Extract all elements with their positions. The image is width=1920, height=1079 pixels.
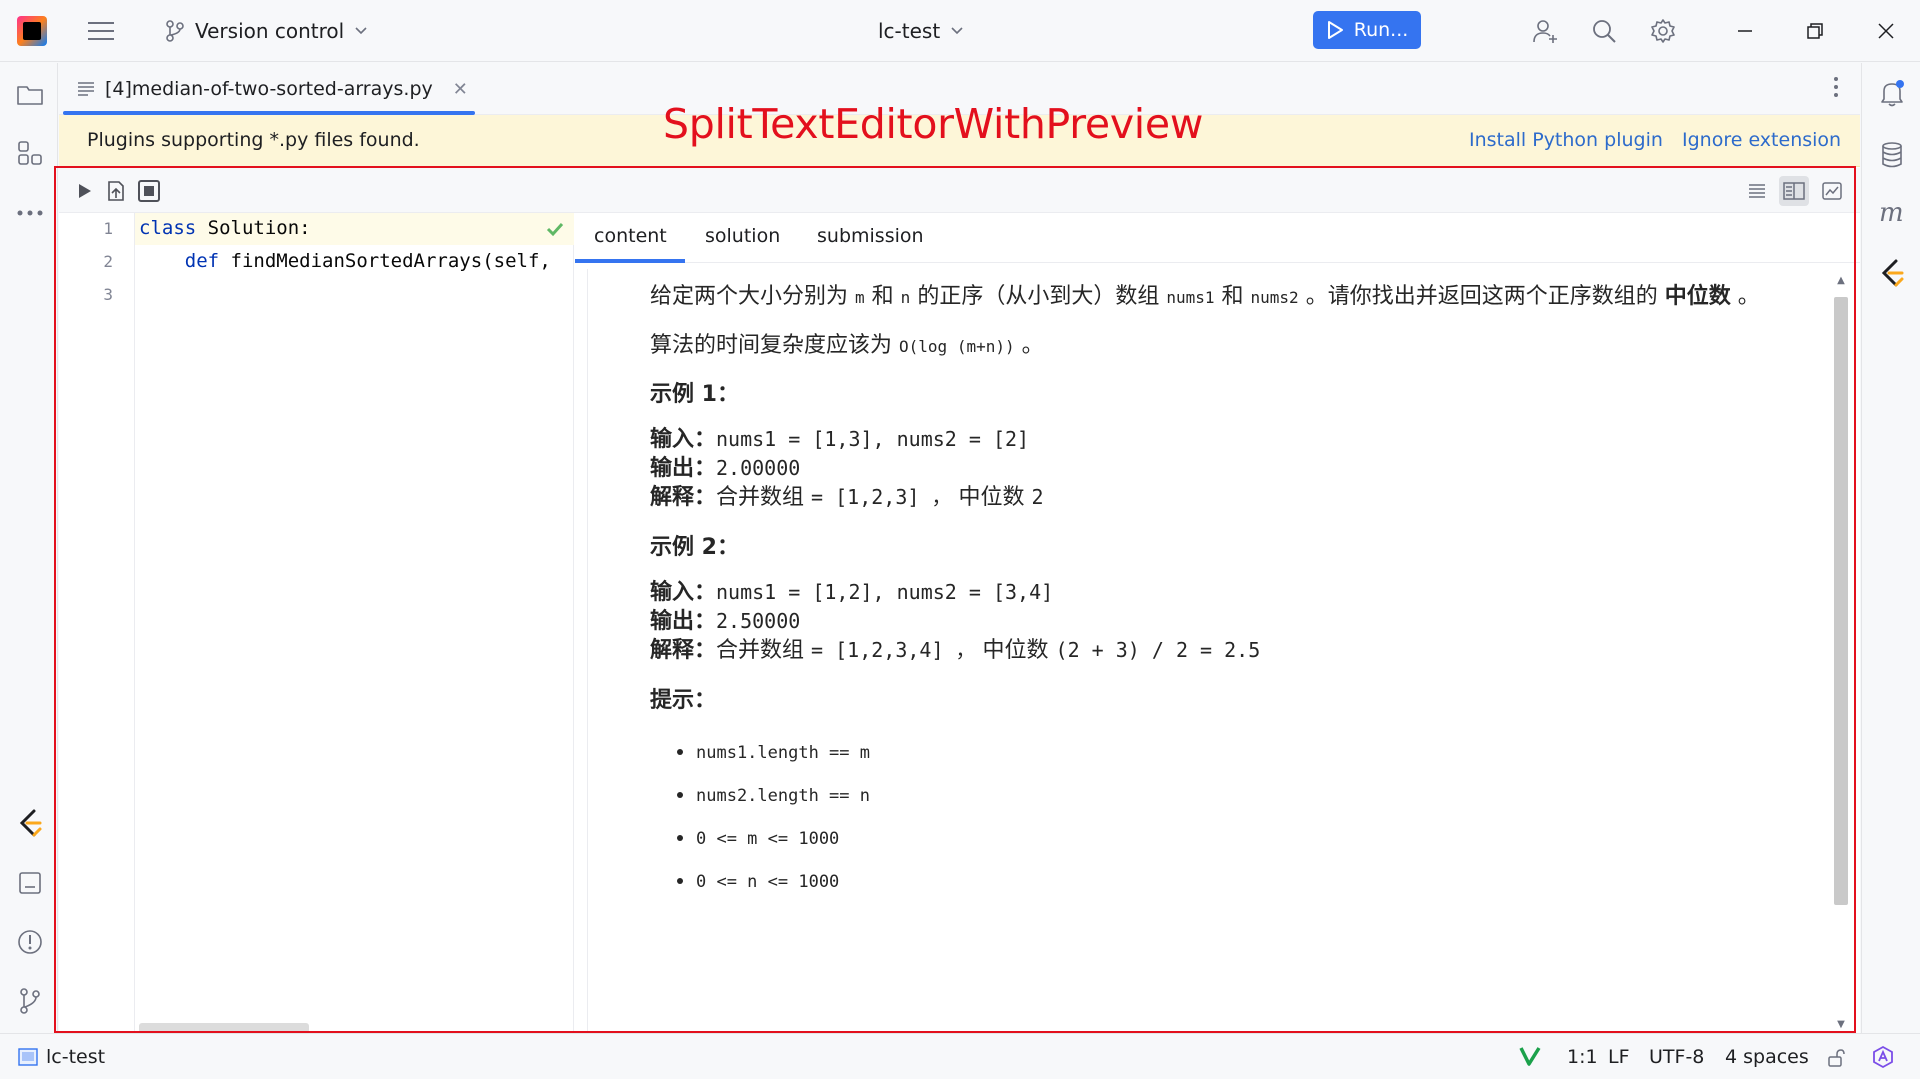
ignore-extension-link[interactable]: Ignore extension <box>1682 129 1841 151</box>
preview-tabs: content solution submission <box>575 213 1860 263</box>
annotation-label: SplitTextEditorWithPreview <box>663 100 1204 148</box>
example-1-title: 示例 1： <box>650 382 739 407</box>
hints-list: nums1.length == m nums2.length == n 0 <=… <box>650 731 1770 903</box>
project-widget[interactable]: lc-test <box>878 16 964 46</box>
search-icon[interactable] <box>1588 15 1620 47</box>
run-button[interactable]: Run... <box>1313 11 1421 49</box>
restore-icon[interactable] <box>1799 15 1831 47</box>
stop-icon[interactable] <box>134 176 164 206</box>
line-number: 2 <box>103 252 113 271</box>
run-label: Run... <box>1353 19 1409 41</box>
tab-submission[interactable]: submission <box>817 225 924 247</box>
notifications-icon[interactable] <box>1876 77 1908 109</box>
line-separator[interactable]: LF <box>1608 1046 1630 1068</box>
editor-area: [4]median-of-two-sorted-arrays.py ✕ Plug… <box>59 63 1860 1033</box>
structure-icon[interactable] <box>14 137 46 169</box>
project-name: lc-test <box>878 19 941 43</box>
tab-content[interactable]: content <box>594 225 667 247</box>
version-control-widget[interactable]: Version control <box>165 16 368 46</box>
more-tools-icon[interactable] <box>14 197 46 229</box>
status-project-label: lc-test <box>46 1046 106 1068</box>
example-2-block: 输入：nums1 = [1,2], nums2 = [3,4] 输出：2.500… <box>650 580 1261 663</box>
left-tool-strip <box>0 63 58 1033</box>
list-item: 0 <= n <= 1000 <box>696 860 1770 903</box>
hints-title: 提示： <box>650 688 717 713</box>
line-number: 1 <box>103 219 113 238</box>
markdown-m-icon[interactable]: m <box>1876 197 1908 229</box>
tab-close-icon[interactable]: ✕ <box>453 79 468 100</box>
code-line-2[interactable]: def findMedianSortedArrays(self, <box>139 250 551 272</box>
active-preview-tab-indicator <box>575 259 685 263</box>
caret-position[interactable]: 1:1 <box>1567 1046 1598 1068</box>
file-encoding[interactable]: UTF-8 <box>1649 1046 1704 1068</box>
horizontal-scrollbar[interactable] <box>139 1023 309 1033</box>
status-bar: lc-test 1:1 LF UTF-8 4 spaces <box>0 1033 1920 1079</box>
code-editor-pane[interactable]: 1 2 3 class Solution: def findMedianSort… <box>59 213 574 1033</box>
unlock-icon[interactable] <box>1826 1048 1846 1068</box>
run-preview-icon[interactable] <box>70 176 100 206</box>
vertical-scrollbar[interactable] <box>1834 297 1848 905</box>
leetcode-icon[interactable] <box>1876 257 1908 289</box>
vim-icon[interactable] <box>1519 1046 1541 1066</box>
run-icon <box>1327 21 1343 39</box>
file-tab-label: [4]median-of-two-sorted-arrays.py <box>105 78 433 100</box>
app-logo-icon[interactable] <box>17 16 47 46</box>
terminal-icon[interactable] <box>14 867 46 899</box>
list-item: 0 <= m <= 1000 <box>696 817 1770 860</box>
tab-solution[interactable]: solution <box>705 225 780 247</box>
code-line-1[interactable]: class Solution: <box>139 217 311 239</box>
editor-only-view-icon[interactable] <box>1742 176 1772 206</box>
text-file-icon <box>78 82 94 96</box>
status-project[interactable]: lc-test <box>18 1046 105 1068</box>
problem-body: 给定两个大小分别为 m 和 n 的正序（从小到大）数组 nums1 和 nums… <box>650 279 1770 903</box>
problem-description: 给定两个大小分别为 m 和 n 的正序（从小到大）数组 nums1 和 nums… <box>587 269 1831 1033</box>
list-item: nums1.length == m <box>696 731 1770 774</box>
example-2-title: 示例 2： <box>650 535 739 560</box>
title-bar: Version control lc-test Run... <box>0 0 1920 62</box>
main-menu-icon[interactable] <box>88 20 114 42</box>
problem-complexity: 算法的时间复杂度应该为 O(log (m+n)) 。 <box>650 333 1044 358</box>
branch-icon <box>166 20 184 42</box>
preview-pane: content solution submission 给定两个大小分别为 m … <box>575 213 1860 1033</box>
problem-intro: 给定两个大小分别为 m 和 n 的正序（从小到大）数组 nums1 和 nums… <box>650 284 1760 309</box>
version-control-label: Version control <box>195 19 345 43</box>
checkmark-icon <box>546 222 564 237</box>
chevron-down-icon <box>951 27 963 35</box>
scroll-down-icon[interactable]: ▼ <box>1834 1019 1848 1031</box>
add-user-icon[interactable] <box>1529 15 1561 47</box>
split-view-icon[interactable] <box>1779 176 1809 206</box>
project-icon <box>18 1048 38 1066</box>
preview-only-view-icon[interactable] <box>1817 176 1847 206</box>
folder-icon[interactable] <box>14 79 46 111</box>
indent-setting[interactable]: 4 spaces <box>1725 1046 1809 1068</box>
scroll-up-icon[interactable]: ▲ <box>1834 275 1848 287</box>
submit-icon[interactable] <box>102 176 132 206</box>
svg-text:m: m <box>1879 200 1904 226</box>
list-item: nums2.length == n <box>696 774 1770 817</box>
ai-assistant-icon[interactable] <box>1871 1045 1895 1069</box>
tab-more-options-icon[interactable] <box>1832 77 1840 101</box>
banner-message: Plugins supporting *.py files found. <box>87 129 420 151</box>
database-icon[interactable] <box>1876 139 1908 171</box>
leetcode-icon[interactable] <box>14 807 46 839</box>
chevron-down-icon <box>355 27 367 35</box>
right-tool-strip: m <box>1861 63 1920 1033</box>
example-1-block: 输入：nums1 = [1,3], nums2 = [2] 输出：2.00000… <box>650 427 1044 510</box>
git-icon[interactable] <box>14 985 46 1017</box>
install-python-plugin-link[interactable]: Install Python plugin <box>1469 129 1663 151</box>
close-icon[interactable] <box>1870 15 1902 47</box>
file-tab[interactable]: [4]median-of-two-sorted-arrays.py ✕ <box>59 63 475 115</box>
line-number-gutter: 1 2 3 <box>59 213 135 1033</box>
problems-icon[interactable] <box>14 926 46 958</box>
minimize-icon[interactable] <box>1729 15 1761 47</box>
line-number: 3 <box>103 285 113 304</box>
gear-icon[interactable] <box>1647 15 1679 47</box>
editor-toolbar <box>59 168 1860 213</box>
